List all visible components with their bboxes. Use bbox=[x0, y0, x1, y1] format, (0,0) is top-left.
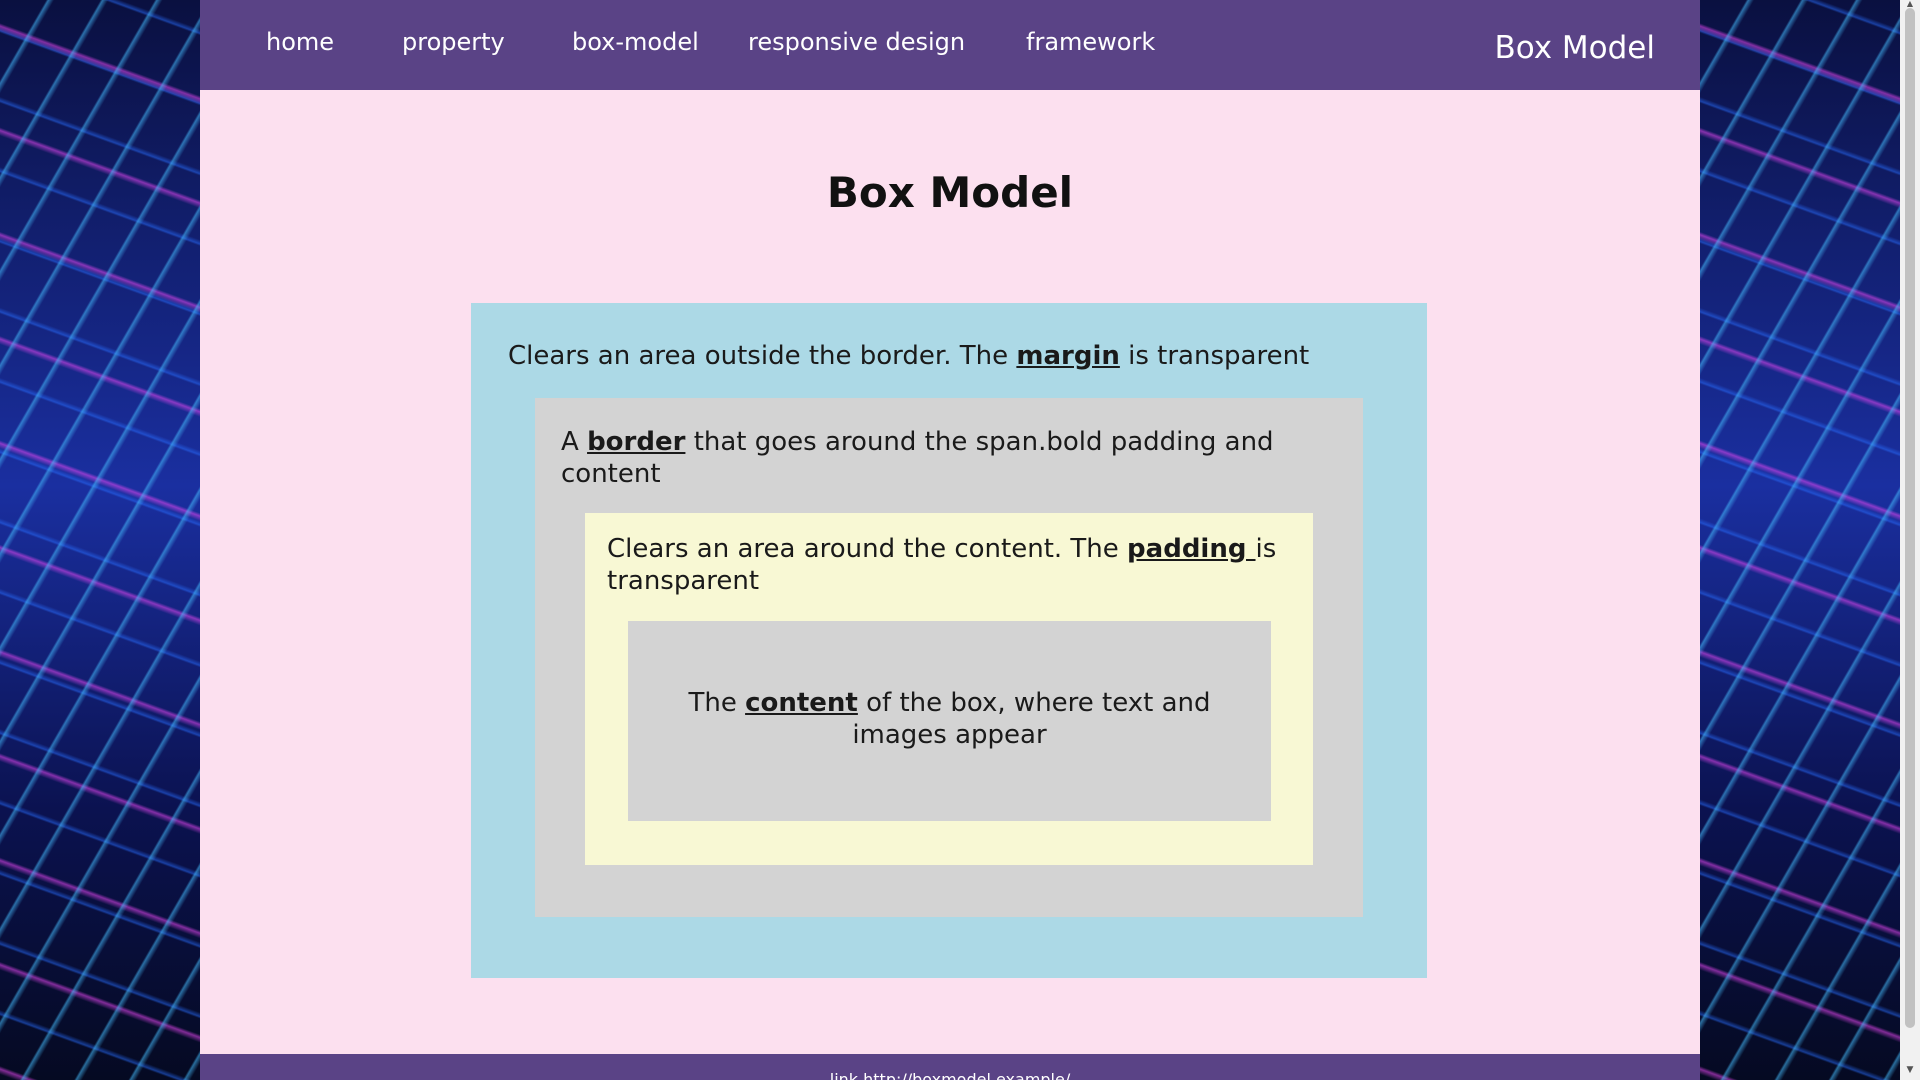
brand-title[interactable]: Box Model bbox=[1494, 30, 1655, 66]
border-keyword: border bbox=[587, 427, 686, 457]
border-text-before: A bbox=[561, 427, 588, 457]
scrollbar-thumb[interactable] bbox=[1905, 8, 1915, 1028]
padding-text-before: Clears an area around the content. The bbox=[607, 534, 1128, 564]
content-description: The content of the box, where text and i… bbox=[688, 687, 1211, 751]
margin-text-before: Clears an area outside the border. The bbox=[508, 341, 1017, 371]
content-keyword: content bbox=[745, 688, 858, 718]
scroll-down-arrow-icon[interactable]: ▼ bbox=[1904, 1064, 1916, 1076]
margin-box: Clears an area outside the border. The m… bbox=[471, 303, 1427, 978]
padding-keyword: padding bbox=[1127, 534, 1256, 564]
content-text-before: The bbox=[688, 688, 746, 718]
border-description: A border that goes around the span.bold … bbox=[561, 426, 1331, 490]
background-image-left bbox=[0, 0, 200, 1080]
padding-box: Clears an area around the content. The p… bbox=[585, 513, 1313, 865]
padding-description: Clears an area around the content. The p… bbox=[607, 533, 1287, 597]
footer-text: link http://boxmodel.example/ bbox=[829, 1070, 1071, 1080]
content-text-after: of the box, where text and images appear bbox=[852, 688, 1211, 750]
background-image-right bbox=[1700, 0, 1900, 1080]
top-navbar: home property box-model responsive desig… bbox=[200, 0, 1700, 90]
nav-link-property[interactable]: property bbox=[402, 28, 505, 56]
margin-text-after: is transparent bbox=[1119, 341, 1310, 371]
content-box: The content of the box, where text and i… bbox=[628, 621, 1271, 821]
page-footer: link http://boxmodel.example/ bbox=[200, 1054, 1700, 1080]
nav-link-framework[interactable]: framework bbox=[1026, 28, 1155, 56]
border-box: A border that goes around the span.bold … bbox=[535, 398, 1363, 917]
nav-link-home[interactable]: home bbox=[266, 28, 334, 56]
page-title: Box Model bbox=[826, 168, 1074, 217]
page-container: home property box-model responsive desig… bbox=[200, 0, 1700, 1080]
margin-description: Clears an area outside the border. The m… bbox=[508, 340, 1388, 372]
nav-link-responsive-design[interactable]: responsive design bbox=[748, 28, 965, 56]
vertical-scrollbar[interactable]: ▲ ▼ bbox=[1900, 0, 1920, 1080]
scroll-up-arrow-icon[interactable]: ▲ bbox=[1904, 0, 1916, 8]
margin-keyword: margin bbox=[1016, 341, 1120, 371]
nav-link-box-model[interactable]: box-model bbox=[572, 28, 699, 56]
